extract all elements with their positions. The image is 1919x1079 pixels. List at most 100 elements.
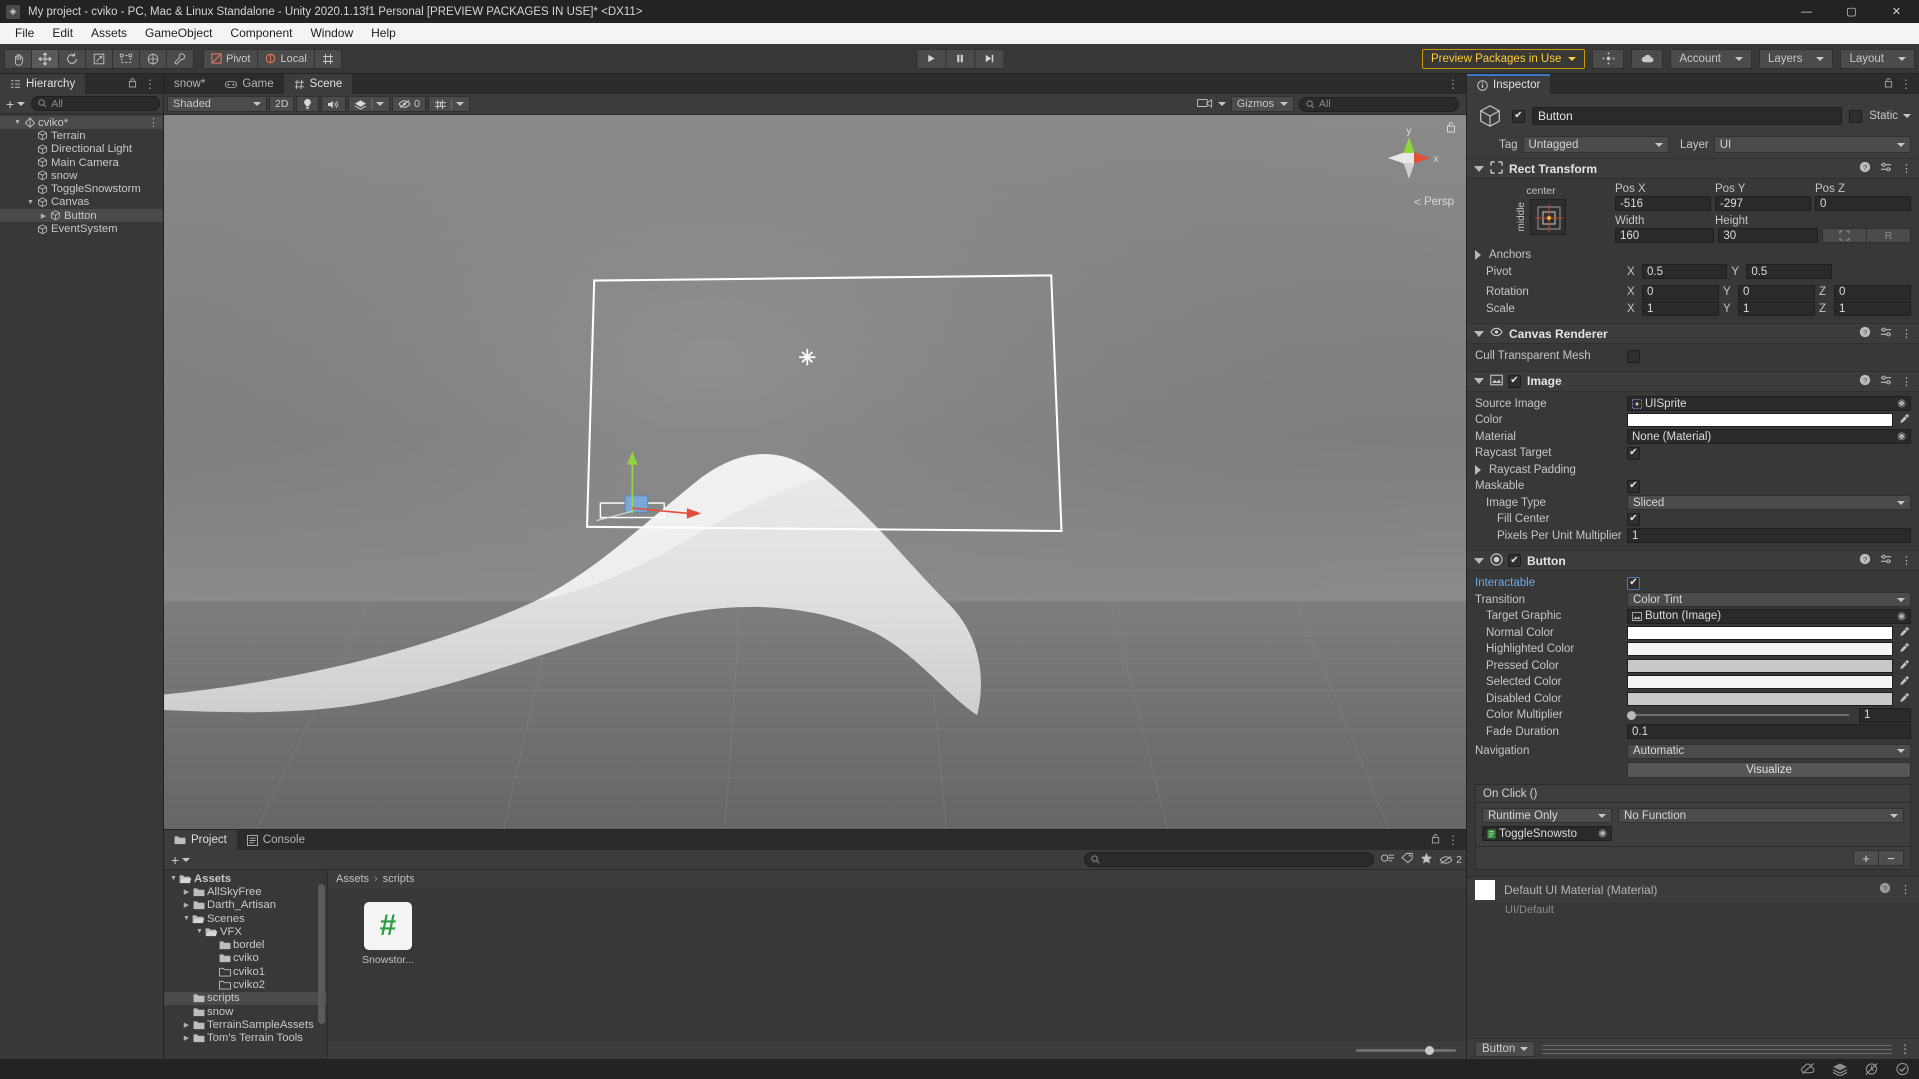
hierarchy-item-directionallight[interactable]: Directional Light: [0, 143, 163, 156]
project-folder-snow[interactable]: snow: [164, 1005, 327, 1018]
canvas-renderer-header[interactable]: Canvas Renderer ? ⋮: [1467, 323, 1919, 344]
pos-z-input[interactable]: 0: [1815, 196, 1911, 211]
anchors-foldout-icon[interactable]: [1475, 250, 1485, 261]
menu-help[interactable]: Help: [362, 23, 405, 44]
interactable-checkbox[interactable]: [1627, 576, 1640, 590]
pos-y-input[interactable]: -297: [1715, 196, 1811, 211]
lock-icon[interactable]: [128, 77, 137, 91]
tag-dropdown[interactable]: Untagged: [1522, 136, 1669, 153]
hierarchy-item-snow[interactable]: snow: [0, 169, 163, 182]
project-folder-allskyfree[interactable]: ▶ AllSkyFree: [164, 885, 327, 898]
pivot-y-input[interactable]: 0.5: [1746, 264, 1832, 280]
scale-y-input[interactable]: 1: [1738, 301, 1815, 317]
hierarchy-item-button[interactable]: ▶ Button: [0, 209, 163, 223]
pause-button[interactable]: [945, 48, 975, 69]
expanded-arrow-icon[interactable]: ▼: [12, 119, 23, 126]
project-folder-bordel[interactable]: bordel: [164, 938, 327, 951]
image-foldout-icon[interactable]: [1474, 378, 1484, 384]
anchor-preset-button[interactable]: [1530, 199, 1566, 235]
asset-zoom-knob[interactable]: [1425, 1046, 1434, 1055]
rect-transform-foldout-icon[interactable]: [1474, 165, 1484, 172]
visualize-button[interactable]: Visualize: [1627, 761, 1911, 778]
navigation-dropdown[interactable]: Automatic: [1627, 743, 1911, 759]
layers-status-icon[interactable]: [1832, 1062, 1848, 1076]
scene-audio-icon[interactable]: [321, 96, 347, 112]
component-menu-icon[interactable]: ⋮: [1901, 375, 1912, 388]
inspector-scroll-area[interactable]: Button Static Tag Untagged Layer: [1467, 94, 1919, 1038]
project-folder-cviko1[interactable]: cviko1: [164, 965, 327, 978]
project-lock-icon[interactable]: [1431, 833, 1440, 847]
account-dropdown[interactable]: Account: [1670, 48, 1752, 69]
expanded-arrow-icon[interactable]: ▼: [168, 875, 179, 882]
onclick-function-dropdown[interactable]: No Function: [1618, 808, 1904, 823]
hierarchy-search-input[interactable]: All: [31, 96, 160, 111]
image-type-dropdown[interactable]: Sliced: [1627, 495, 1911, 511]
rotation-x-input[interactable]: 0: [1642, 284, 1719, 300]
color-multiplier-input[interactable]: 1: [1859, 707, 1911, 723]
breadcrumb-assets[interactable]: Assets: [336, 873, 369, 885]
scene-search-input[interactable]: All: [1299, 96, 1459, 112]
hierarchy-item-canvas[interactable]: ▼ Canvas: [0, 196, 163, 209]
eyedropper-icon[interactable]: [1897, 642, 1911, 656]
custom-tool-icon[interactable]: [166, 48, 194, 69]
button-foldout-icon[interactable]: [1474, 557, 1484, 564]
eyedropper-icon[interactable]: [1897, 626, 1911, 640]
color-multiplier-knob[interactable]: [1627, 710, 1636, 720]
scene-visibility-toggle[interactable]: 0: [392, 96, 427, 112]
hierarchy-item-maincamera[interactable]: Main Camera: [0, 156, 163, 169]
preview-packages-dropdown[interactable]: Preview Packages in Use: [1421, 48, 1586, 69]
help-icon[interactable]: ?: [1859, 161, 1871, 176]
blueprint-mode-button[interactable]: [1821, 228, 1867, 243]
handle-rotation-toggle[interactable]: Local: [257, 48, 315, 69]
tab-project[interactable]: Project: [164, 830, 237, 850]
menu-edit[interactable]: Edit: [43, 23, 82, 44]
expanded-arrow-icon[interactable]: ▼: [181, 915, 192, 922]
remove-event-button[interactable]: −: [1878, 850, 1904, 866]
scene-view-gizmo[interactable]: y x: [1376, 125, 1442, 191]
no-collab-icon[interactable]: [1800, 1062, 1816, 1076]
normal-color-swatch[interactable]: [1627, 625, 1893, 640]
scene-camera-caret-icon[interactable]: [1217, 102, 1226, 106]
scene-fx-dropdown[interactable]: |: [348, 96, 391, 112]
height-input[interactable]: 30: [1718, 228, 1818, 243]
onclick-mode-dropdown[interactable]: Runtime Only: [1482, 808, 1612, 823]
expanded-arrow-icon[interactable]: ▼: [194, 928, 205, 935]
hierarchy-item-togglesnowstorm[interactable]: ToggleSnowstorm: [0, 182, 163, 195]
rotate-tool-icon[interactable]: [58, 48, 86, 69]
button-component-header[interactable]: Button ? ⋮: [1467, 550, 1919, 571]
tab-snow-scene[interactable]: snow*: [164, 74, 216, 94]
width-input[interactable]: 160: [1615, 228, 1715, 243]
help-icon[interactable]: ?: [1859, 553, 1871, 568]
toggle-2d-button[interactable]: 2D: [269, 96, 295, 112]
search-services-icon[interactable]: [1592, 48, 1625, 69]
grid-snap-toggle[interactable]: [313, 48, 342, 69]
pivot-x-input[interactable]: 0.5: [1642, 264, 1728, 280]
inspector-menu-icon[interactable]: ⋮: [1900, 77, 1912, 91]
onclick-object-field[interactable]: ToggleSnowsto ◉: [1482, 826, 1612, 841]
scene-lighting-icon[interactable]: [296, 96, 320, 112]
object-picker-icon[interactable]: ◉: [1897, 431, 1906, 442]
create-gameobject-button[interactable]: +: [3, 96, 28, 112]
project-folder-terrainsampleassets[interactable]: ▶ TerrainSampleAssets: [164, 1018, 327, 1031]
check-icon[interactable]: [1895, 1062, 1910, 1076]
inspector-lock-icon[interactable]: [1884, 77, 1893, 91]
canvas-renderer-foldout-icon[interactable]: [1474, 330, 1484, 337]
scale-x-input[interactable]: 1: [1642, 301, 1719, 317]
help-icon[interactable]: ?: [1879, 882, 1891, 897]
scene-menu-icon[interactable]: ⋮: [1447, 77, 1459, 91]
tab-inspector[interactable]: Inspector: [1467, 74, 1551, 94]
component-menu-icon[interactable]: ⋮: [1901, 327, 1912, 340]
preset-icon[interactable]: [1880, 161, 1892, 176]
preset-icon[interactable]: [1880, 553, 1892, 568]
component-menu-icon[interactable]: ⋮: [1900, 883, 1911, 896]
disabled-color-swatch[interactable]: [1627, 691, 1893, 706]
project-folder-assets[interactable]: ▼ Assets: [164, 872, 327, 885]
eyedropper-icon[interactable]: [1897, 692, 1911, 706]
tab-scene[interactable]: Scene: [283, 74, 353, 94]
close-button[interactable]: ✕: [1874, 0, 1919, 23]
collapsed-arrow-icon[interactable]: ▶: [38, 212, 49, 220]
image-color-swatch[interactable]: [1627, 413, 1893, 428]
maximize-button[interactable]: ▢: [1829, 0, 1874, 23]
project-folder-tomsterraintools[interactable]: ▶ Tom's Terrain Tools: [164, 1032, 327, 1045]
asset-item[interactable]: # Snowstor...: [352, 902, 424, 966]
